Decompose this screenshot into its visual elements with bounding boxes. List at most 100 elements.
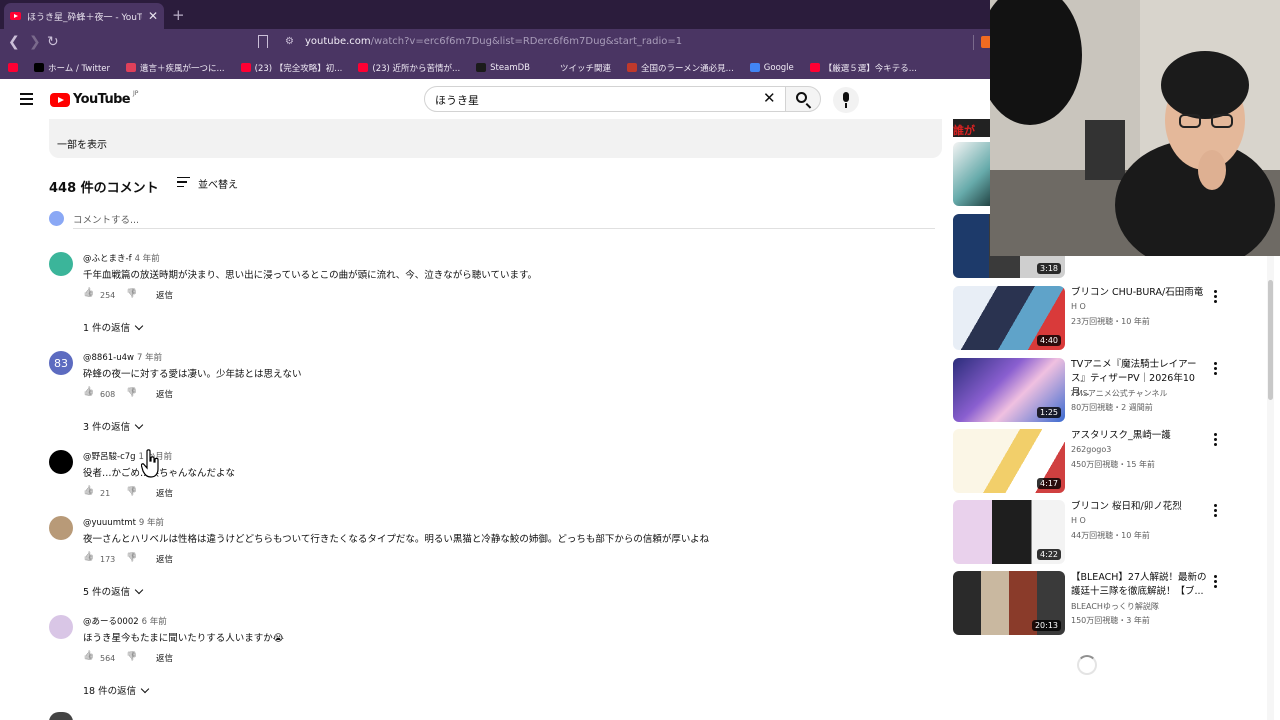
reply-button[interactable]: 返信 bbox=[156, 388, 173, 400]
avatar[interactable] bbox=[49, 615, 73, 639]
like-icon[interactable] bbox=[83, 652, 95, 664]
browser-tab-active[interactable]: ほうき星_砕蜂＋夜一 - YouTube ✕ bbox=[4, 3, 164, 29]
avatar[interactable] bbox=[49, 516, 73, 540]
channel-name[interactable]: BLEACHゆっくり解説隊 bbox=[1071, 601, 1159, 612]
tab-close-icon[interactable]: ✕ bbox=[148, 10, 158, 22]
bookmark-page-icon[interactable] bbox=[258, 35, 268, 48]
reply-button[interactable]: 返信 bbox=[156, 289, 173, 301]
video-title[interactable]: ブリコン CHU-BURA/石田雨竜 bbox=[1071, 286, 1207, 300]
comment-author[interactable]: @あーる0002 bbox=[83, 617, 139, 627]
menu-icon[interactable] bbox=[20, 93, 33, 108]
new-tab-icon[interactable]: + bbox=[172, 6, 185, 24]
description-box[interactable]: 一部を表示 bbox=[49, 119, 942, 158]
voice-search-icon[interactable] bbox=[833, 87, 859, 113]
avatar[interactable]: 83 bbox=[49, 351, 73, 375]
replies-label: 1 件の返信 bbox=[83, 323, 131, 334]
dislike-icon[interactable] bbox=[126, 487, 138, 499]
comment-time[interactable]: 4 年前 bbox=[135, 254, 160, 264]
reply-button[interactable]: 返信 bbox=[156, 487, 173, 499]
video-title[interactable]: アスタリスク_黒崎一護 bbox=[1071, 429, 1207, 443]
add-comment-field[interactable]: コメントする... bbox=[73, 212, 139, 226]
sidebar-clipped-thumbnail[interactable]: 誰が bbox=[953, 119, 990, 137]
back-arrow-icon[interactable]: ❮ bbox=[8, 33, 20, 51]
more-options-icon[interactable] bbox=[1214, 362, 1217, 377]
dislike-icon[interactable] bbox=[126, 652, 138, 664]
youtube-logo[interactable]: YouTube JP bbox=[50, 90, 138, 107]
clipped-thumbnail-text: 誰が bbox=[953, 124, 975, 137]
show-less-link[interactable]: 一部を表示 bbox=[57, 136, 107, 151]
bookmark-item[interactable]: SteamDB bbox=[476, 63, 530, 73]
channel-name[interactable]: H O bbox=[1071, 302, 1086, 311]
view-replies-button[interactable]: 3 件の返信 bbox=[83, 419, 144, 433]
bookmark-item[interactable]: 【厳選５選】今キテる... bbox=[809, 62, 917, 74]
youtube-logo-icon bbox=[50, 92, 70, 107]
like-icon[interactable] bbox=[83, 553, 95, 565]
dislike-icon[interactable] bbox=[126, 388, 138, 400]
recommendation-item[interactable]: 20:13 【BLEACH】27人解説！最新の護廷十三隊を徹底解説！【ブ... BL… bbox=[953, 571, 1223, 637]
video-thumbnail[interactable] bbox=[953, 142, 990, 206]
comment-author[interactable]: @yuuumtmt bbox=[83, 518, 136, 528]
chevron-down-icon bbox=[134, 321, 144, 330]
comment-author[interactable]: @ふとまき-f bbox=[83, 254, 132, 264]
video-meta: 80万回視聴・2 週間前 bbox=[1071, 403, 1153, 412]
bookmark-item[interactable]: Google bbox=[749, 62, 794, 73]
search-value: ほうき星 bbox=[435, 94, 479, 107]
video-thumbnail[interactable]: 4:40 bbox=[953, 286, 1065, 350]
bookmark-item[interactable]: (23) 【完全攻略】初... bbox=[240, 62, 342, 74]
search-button[interactable] bbox=[785, 86, 821, 112]
more-options-icon[interactable] bbox=[1214, 575, 1217, 590]
avatar[interactable] bbox=[49, 252, 73, 276]
recommendation-item[interactable]: 4:40 ブリコン CHU-BURA/石田雨竜 H O 23万回視聴・10 年前 bbox=[953, 286, 1223, 352]
view-replies-button[interactable]: 18 件の返信 bbox=[83, 683, 150, 697]
like-count: 173 bbox=[100, 554, 116, 564]
clear-search-icon[interactable]: ✕ bbox=[763, 89, 776, 107]
more-options-icon[interactable] bbox=[1214, 433, 1217, 448]
channel-name[interactable]: H O bbox=[1071, 516, 1086, 525]
dislike-icon[interactable] bbox=[126, 553, 138, 565]
video-thumbnail[interactable]: 4:22 bbox=[953, 500, 1065, 564]
forward-arrow-icon[interactable]: ❯ bbox=[29, 33, 41, 51]
scrollbar-thumb[interactable] bbox=[1268, 280, 1273, 400]
recommendation-item[interactable]: 4:17 アスタリスク_黒崎一護 262gogo3 450万回視聴・15 年前 bbox=[953, 429, 1223, 495]
reply-button[interactable]: 返信 bbox=[156, 553, 173, 565]
like-icon[interactable] bbox=[83, 289, 95, 301]
bookmark-item[interactable]: ホーム / Twitter bbox=[34, 62, 110, 74]
video-meta: 44万回視聴・10 年前 bbox=[1071, 531, 1150, 540]
view-replies-button[interactable]: 5 件の返信 bbox=[83, 584, 144, 598]
channel-name[interactable]: 262gogo3 bbox=[1071, 445, 1111, 454]
reload-icon[interactable]: ↻ bbox=[47, 33, 59, 51]
youtube-icon bbox=[809, 63, 820, 72]
bookmark-item[interactable]: (23) 近所から苦情が... bbox=[358, 62, 460, 74]
search-input[interactable]: ほうき星 ✕ bbox=[424, 86, 786, 112]
video-title[interactable]: ブリコン 桜日和/卯ノ花烈 bbox=[1071, 500, 1207, 514]
bookmark-label: Google bbox=[763, 62, 794, 73]
more-options-icon[interactable] bbox=[1214, 290, 1217, 305]
bookmark-item[interactable]: 全国のラーメン通必見... bbox=[627, 62, 734, 74]
recommendation-item[interactable]: 1:25 TVアニメ『魔法騎士レイアース』ティザーPV｜2026年10月... TM… bbox=[953, 358, 1223, 424]
like-icon[interactable] bbox=[83, 487, 95, 499]
like-icon[interactable] bbox=[83, 388, 95, 400]
video-thumbnail[interactable]: 4:17 bbox=[953, 429, 1065, 493]
channel-name[interactable]: TMSアニメ公式チャンネル bbox=[1071, 388, 1167, 399]
comment-author[interactable]: @8861-u4w bbox=[83, 353, 134, 363]
view-replies-button[interactable]: 1 件の返信 bbox=[83, 320, 144, 334]
site-info-icon[interactable]: ⚙ bbox=[285, 36, 294, 47]
sort-comments-button[interactable]: 並べ替え bbox=[177, 176, 238, 191]
video-thumbnail[interactable]: 1:25 bbox=[953, 358, 1065, 422]
bookmark-item[interactable]: ツイッチ関連 bbox=[545, 62, 611, 74]
address-bar[interactable]: youtube.com/watch?v=erc6f6m7Dug&list=RDe… bbox=[305, 36, 682, 47]
bookmark-item[interactable] bbox=[8, 63, 18, 72]
video-thumbnail[interactable]: 20:13 bbox=[953, 571, 1065, 635]
comment-time[interactable]: 6 年前 bbox=[142, 617, 167, 627]
avatar-initials: 83 bbox=[54, 356, 68, 370]
dislike-icon[interactable] bbox=[126, 289, 138, 301]
recommendation-item[interactable]: 4:22 ブリコン 桜日和/卯ノ花烈 H O 44万回視聴・10 年前 bbox=[953, 500, 1223, 566]
comment-time[interactable]: 9 年前 bbox=[139, 518, 164, 528]
bookmark-item[interactable]: 遺言＋疾風が一つに... bbox=[126, 62, 225, 74]
reply-button[interactable]: 返信 bbox=[156, 652, 173, 664]
more-options-icon[interactable] bbox=[1214, 504, 1217, 519]
comment-author[interactable]: @野呂駿-c7g bbox=[83, 452, 136, 462]
comment-time[interactable]: 7 年前 bbox=[137, 353, 162, 363]
avatar[interactable] bbox=[49, 450, 73, 474]
video-title[interactable]: 【BLEACH】27人解説！最新の護廷十三隊を徹底解説！【ブ... bbox=[1071, 571, 1207, 599]
